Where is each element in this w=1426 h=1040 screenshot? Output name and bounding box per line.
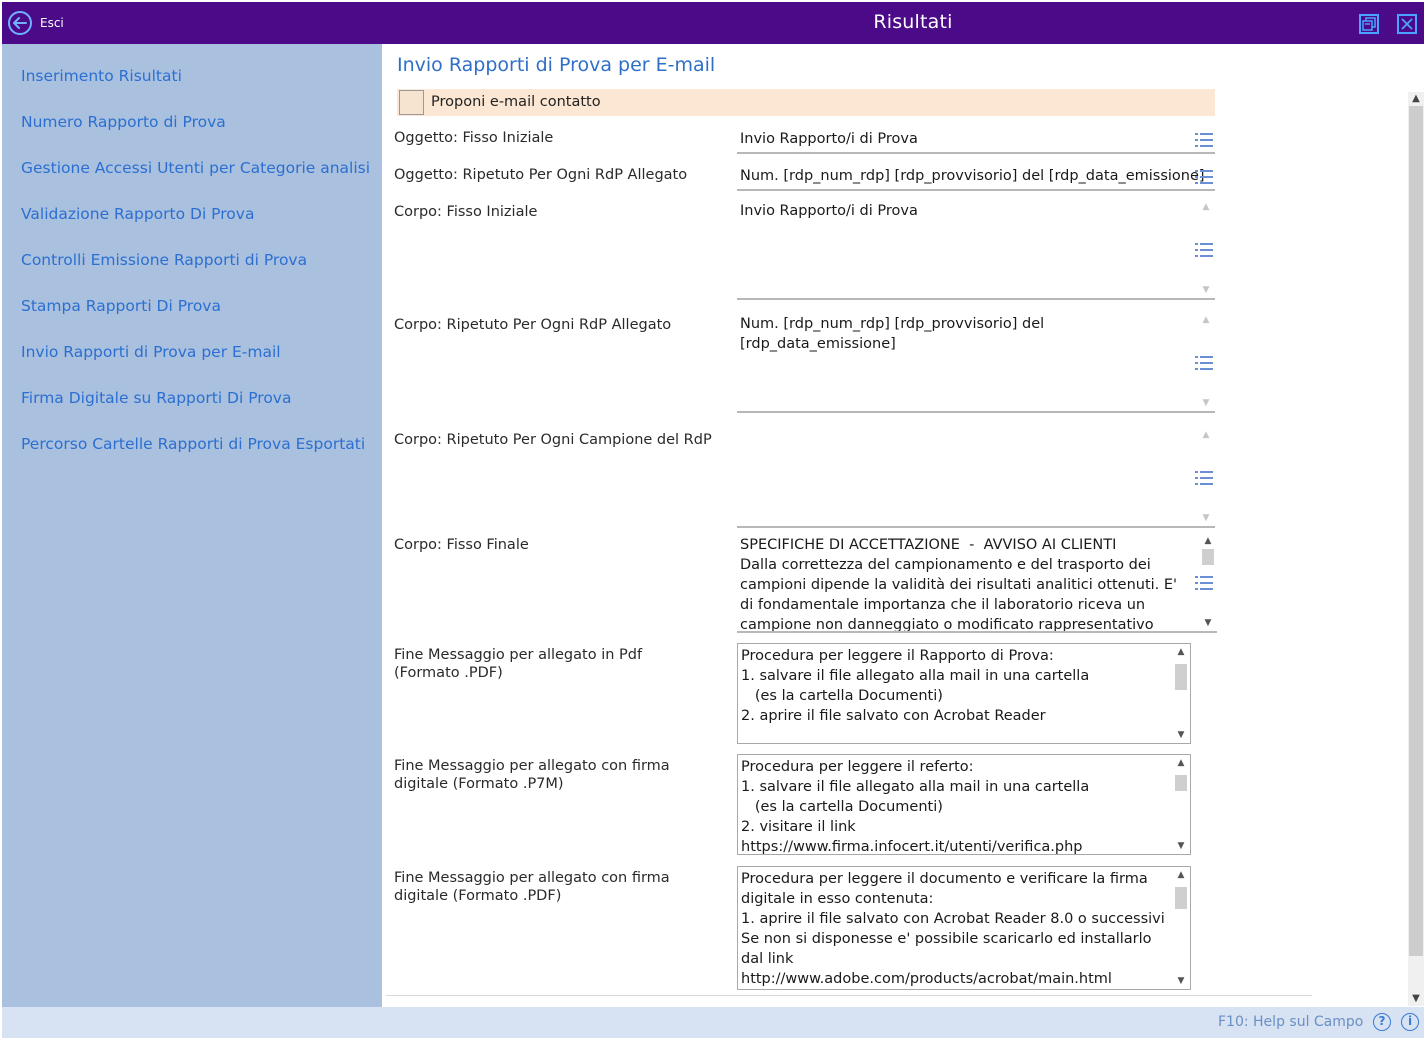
status-bar: F10: Help sul Campo ? i [2, 1007, 1424, 1038]
propose-email-row: Proponi e-mail contatto [397, 89, 1215, 116]
scrollbar[interactable]: ▲ ▼ [1174, 869, 1188, 987]
subject-repeated-input[interactable]: Num. [rdp_num_rdp] [rdp_provvisorio] del… [737, 164, 1215, 191]
subject-repeated-label: Oggetto: Ripetuto Per Ogni RdP Allegato [394, 167, 688, 183]
scrollbar-thumb[interactable] [1175, 887, 1187, 909]
body-repeated-sample-textarea[interactable]: ▲ ▼ [737, 427, 1215, 528]
list-icon[interactable] [1194, 470, 1214, 486]
sidebar-item-inserimento-risultati[interactable]: Inserimento Risultati [21, 67, 182, 85]
scrollbar-thumb[interactable] [1409, 106, 1423, 956]
body-repeated-rdp-value: Num. [rdp_num_rdp] [rdp_provvisorio] del… [740, 316, 1045, 352]
scroll-down-icon[interactable]: ▼ [1199, 284, 1213, 296]
subject-initial-label: Oggetto: Fisso Iniziale [394, 130, 554, 146]
divider [386, 995, 1312, 996]
end-msg-pdf-label: Fine Messaggio per allegato in Pdf (Form… [394, 647, 643, 681]
scroll-up-icon[interactable]: ▲ [1199, 314, 1213, 326]
body-final-textarea[interactable]: SPECIFICHE DI ACCETTAZIONE - AVVISO AI C… [737, 533, 1217, 633]
scroll-down-icon[interactable]: ▼ [1199, 512, 1213, 524]
list-icon[interactable] [1194, 355, 1214, 371]
scroll-up-icon[interactable]: ▲ [1199, 429, 1213, 441]
sidebar-item-numero-rapporto[interactable]: Numero Rapporto di Prova [21, 113, 226, 131]
scrollbar-thumb[interactable] [1175, 664, 1187, 690]
window-title: Risultati [873, 11, 953, 33]
sidebar: Inserimento Risultati Numero Rapporto di… [2, 44, 382, 1007]
main-scrollbar[interactable]: ▲ ▼ [1408, 92, 1424, 1006]
subject-initial-value: Invio Rapporto/i di Prova [740, 131, 918, 147]
end-msg-signed-pdf-value: Procedura per leggere il documento e ver… [741, 871, 1165, 987]
scroll-up-icon[interactable]: ▲ [1408, 92, 1424, 106]
title-bar: Esci Risultati [2, 2, 1424, 44]
close-icon[interactable] [1397, 14, 1417, 34]
sidebar-item-stampa[interactable]: Stampa Rapporti Di Prova [21, 297, 221, 315]
body-initial-label: Corpo: Fisso Iniziale [394, 204, 538, 220]
body-final-label: Corpo: Fisso Finale [394, 537, 529, 553]
scrollbar[interactable]: ▲ ▼ [1174, 757, 1188, 852]
body-repeated-rdp-label: Corpo: Ripetuto Per Ogni RdP Allegato [394, 317, 672, 333]
end-msg-pdf-value: Procedura per leggere il Rapporto di Pro… [741, 648, 1090, 724]
info-icon[interactable]: i [1401, 1013, 1419, 1031]
main-panel: Invio Rapporti di Prova per E-mail Propo… [382, 44, 1426, 1007]
scroll-up-icon[interactable]: ▲ [1174, 869, 1188, 881]
subject-repeated-value: Num. [rdp_num_rdp] [rdp_provvisorio] del… [740, 168, 1205, 184]
scroll-down-icon[interactable]: ▼ [1199, 397, 1213, 409]
scroll-down-icon[interactable]: ▼ [1174, 840, 1188, 852]
end-msg-pdf-textarea[interactable]: Procedura per leggere il Rapporto di Pro… [737, 643, 1191, 744]
scroll-down-icon[interactable]: ▼ [1408, 992, 1424, 1006]
scroll-up-icon[interactable]: ▲ [1199, 201, 1213, 213]
help-hint: F10: Help sul Campo [1218, 1014, 1364, 1030]
propose-email-label: Proponi e-mail contatto [431, 94, 601, 110]
sidebar-item-invio-email[interactable]: Invio Rapporti di Prova per E-mail [21, 343, 281, 361]
scroll-up-icon[interactable]: ▲ [1201, 535, 1215, 547]
scroll-down-icon[interactable]: ▼ [1174, 729, 1188, 741]
sidebar-item-gestione-accessi[interactable]: Gestione Accessi Utenti per Categorie an… [21, 159, 370, 177]
list-icon[interactable] [1194, 575, 1214, 591]
end-msg-signed-pdf-label: Fine Messaggio per allegato con firma di… [394, 870, 670, 904]
section-title: Invio Rapporti di Prova per E-mail [397, 54, 716, 76]
list-icon[interactable] [1194, 132, 1214, 148]
body-final-value: SPECIFICHE DI ACCETTAZIONE - AVVISO AI C… [740, 537, 1178, 633]
scrollbar-thumb[interactable] [1202, 549, 1214, 565]
scroll-down-icon[interactable]: ▼ [1201, 617, 1215, 629]
sidebar-item-percorso-cartelle[interactable]: Percorso Cartelle Rapporti di Prova Espo… [21, 435, 365, 453]
scroll-down-icon[interactable]: ▼ [1174, 975, 1188, 987]
body-repeated-rdp-textarea[interactable]: Num. [rdp_num_rdp] [rdp_provvisorio] del… [737, 312, 1215, 413]
body-initial-value: Invio Rapporto/i di Prova [740, 203, 918, 219]
end-msg-p7m-textarea[interactable]: Procedura per leggere il referto: 1. sal… [737, 754, 1191, 855]
propose-email-checkbox[interactable] [399, 90, 424, 115]
end-msg-signed-pdf-textarea[interactable]: Procedura per leggere il documento e ver… [737, 866, 1191, 990]
scrollbar[interactable]: ▲ ▼ [1174, 646, 1188, 741]
body-repeated-sample-label: Corpo: Ripetuto Per Ogni Campione del Rd… [394, 432, 712, 448]
end-msg-p7m-label: Fine Messaggio per allegato con firma di… [394, 758, 670, 792]
scrollbar-thumb[interactable] [1175, 775, 1187, 791]
subject-initial-input[interactable]: Invio Rapporto/i di Prova [737, 127, 1215, 154]
sidebar-item-controlli-emissione[interactable]: Controlli Emissione Rapporti di Prova [21, 251, 307, 269]
list-icon[interactable] [1194, 169, 1214, 185]
sidebar-item-validazione[interactable]: Validazione Rapporto Di Prova [21, 205, 254, 223]
sidebar-item-firma-digitale[interactable]: Firma Digitale su Rapporti Di Prova [21, 389, 291, 407]
body-initial-textarea[interactable]: Invio Rapporto/i di Prova ▲ ▼ [737, 199, 1215, 300]
scroll-up-icon[interactable]: ▲ [1174, 757, 1188, 769]
list-icon[interactable] [1194, 242, 1214, 258]
restore-window-icon[interactable] [1359, 14, 1379, 34]
scroll-up-icon[interactable]: ▲ [1174, 646, 1188, 658]
end-msg-p7m-value: Procedura per leggere il referto: 1. sal… [741, 759, 1090, 855]
help-icon[interactable]: ? [1373, 1013, 1391, 1031]
